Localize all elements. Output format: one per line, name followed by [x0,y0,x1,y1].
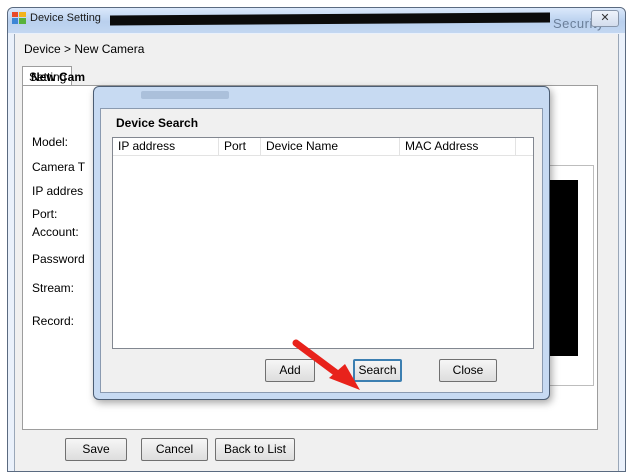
back-to-list-button[interactable]: Back to List [215,438,295,461]
window-title: Device Setting [30,12,101,24]
close-window-button[interactable]: ✕ [591,10,619,27]
record-label: Record: [32,314,75,328]
add-button[interactable]: Add [265,359,315,382]
close-button[interactable]: Close [439,359,497,382]
device-list[interactable]: IP address Port Device Name MAC Address [112,137,534,349]
search-button[interactable]: Search [353,359,402,382]
form-title: New Cam [31,70,86,84]
camera-type-label: Camera T [32,160,86,174]
dialog-title: Device Search [116,116,199,130]
column-ip-address[interactable]: IP address [113,138,219,155]
column-device-name[interactable]: Device Name [261,138,400,155]
model-label: Model: [32,135,69,149]
column-mac-address[interactable]: MAC Address [400,138,516,155]
cancel-button[interactable]: Cancel [141,438,208,461]
save-button[interactable]: Save [65,438,127,461]
close-icon: ✕ [600,12,610,24]
account-label: Account: [32,225,79,239]
password-label: Password [32,252,85,266]
dialog-ghost-caption [141,91,229,99]
app-icon [12,12,26,24]
ip-address-label: IP addres [32,184,84,198]
column-port[interactable]: Port [219,138,261,155]
device-list-header: IP address Port Device Name MAC Address [113,138,533,156]
stream-label: Stream: [32,281,75,295]
port-label: Port: [32,207,58,221]
redacted-title-bar [110,12,550,26]
breadcrumb: Device > New Camera [24,42,145,56]
window-titlebar[interactable]: Device Setting Security ✕ [8,8,625,33]
